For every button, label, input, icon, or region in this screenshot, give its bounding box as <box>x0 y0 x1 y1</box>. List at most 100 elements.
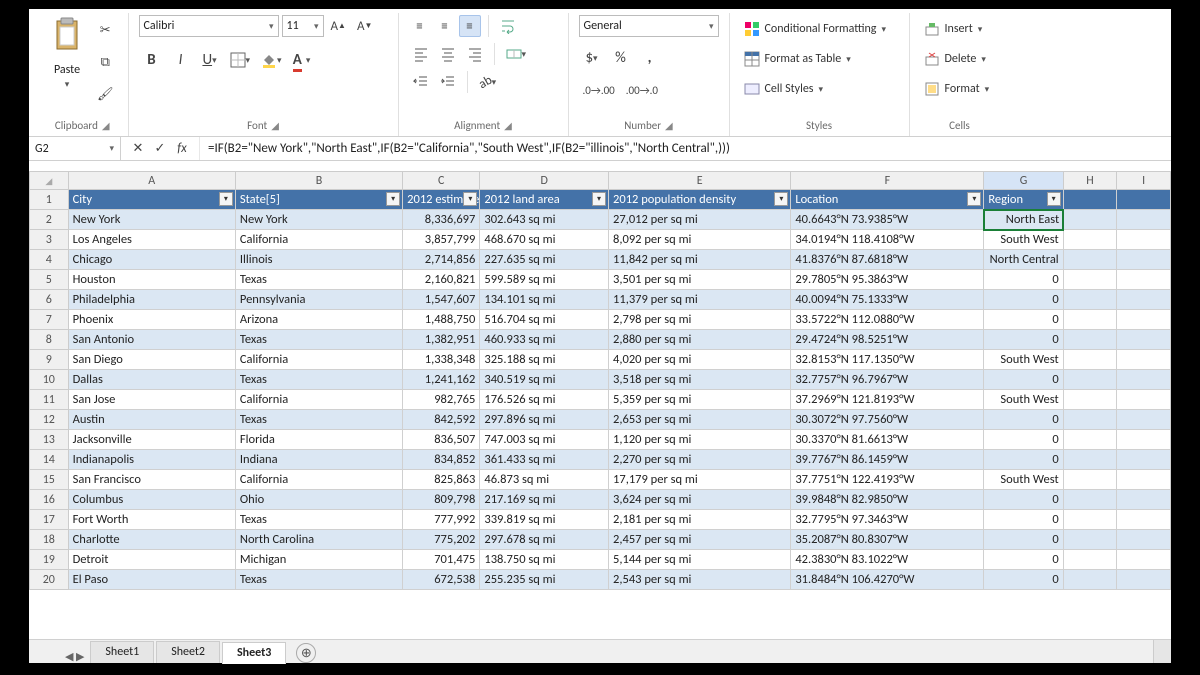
cell-styles-button[interactable]: Cell Styles▾ <box>740 77 828 101</box>
align-right-button[interactable] <box>463 43 487 65</box>
row-header[interactable]: 11 <box>30 390 69 410</box>
table-cell[interactable]: 42.3830°N 83.1022°W <box>791 550 984 570</box>
table-cell[interactable]: 33.5722°N 112.0880°W <box>791 310 984 330</box>
table-cell[interactable]: 361.433 sq mi <box>480 450 609 470</box>
table-cell[interactable]: 1,338,348 <box>403 350 480 370</box>
table-cell[interactable]: San Francisco <box>68 470 235 490</box>
table-cell[interactable]: El Paso <box>68 570 235 590</box>
increase-indent-button[interactable] <box>436 71 460 93</box>
filter-icon[interactable]: ▾ <box>386 192 400 206</box>
table-cell[interactable]: 8,092 per sq mi <box>609 230 791 250</box>
table-cell[interactable]: 46.873 sq mi <box>480 470 609 490</box>
table-cell[interactable]: 1,241,162 <box>403 370 480 390</box>
merge-button[interactable]: ▾ <box>502 43 531 65</box>
dialog-launcher-icon[interactable]: ◢ <box>102 119 110 132</box>
table-cell[interactable]: 1,120 per sq mi <box>609 430 791 450</box>
table-cell[interactable]: Texas <box>235 330 402 350</box>
row-header[interactable]: 12 <box>30 410 69 430</box>
table-cell[interactable]: Charlotte <box>68 530 235 550</box>
align-bottom-button[interactable]: ≡ <box>459 15 481 37</box>
font-color-button[interactable]: A▾ <box>289 47 315 73</box>
table-cell[interactable]: San Diego <box>68 350 235 370</box>
table-cell[interactable]: 227.635 sq mi <box>480 250 609 270</box>
table-cell[interactable]: Texas <box>235 570 402 590</box>
table-cell[interactable]: 30.3370°N 81.6613°W <box>791 430 984 450</box>
table-cell[interactable]: Arizona <box>235 310 402 330</box>
table-header-cell[interactable]: 2012 land area▾ <box>480 190 609 210</box>
filter-icon[interactable]: ▾ <box>592 192 606 206</box>
percent-button[interactable]: % <box>608 45 634 71</box>
table-cell[interactable]: San Jose <box>68 390 235 410</box>
table-cell[interactable]: Dallas <box>68 370 235 390</box>
table-cell[interactable]: 297.678 sq mi <box>480 530 609 550</box>
table-cell[interactable]: North Carolina <box>235 530 402 550</box>
table-cell[interactable]: Indiana <box>235 450 402 470</box>
add-sheet-button[interactable]: ⊕ <box>296 643 316 663</box>
table-cell[interactable]: 2,653 per sq mi <box>609 410 791 430</box>
table-cell[interactable]: 138.750 sq mi <box>480 550 609 570</box>
currency-button[interactable]: $▾ <box>579 45 605 71</box>
table-cell[interactable]: 17,179 per sq mi <box>609 470 791 490</box>
format-as-table-button[interactable]: Format as Table▾ <box>740 47 855 71</box>
insert-cells-button[interactable]: Insert▾ <box>920 17 987 41</box>
table-cell[interactable]: South West <box>984 230 1063 250</box>
table-header-cell[interactable]: State[5]▾ <box>235 190 402 210</box>
sheet-tab[interactable]: Sheet1 <box>90 641 154 663</box>
table-cell[interactable]: 0 <box>984 490 1063 510</box>
conditional-formatting-button[interactable]: Conditional Formatting▾ <box>740 17 890 41</box>
table-cell[interactable]: San Antonio <box>68 330 235 350</box>
table-cell[interactable]: 8,336,697 <box>403 210 480 230</box>
table-cell[interactable]: 599.589 sq mi <box>480 270 609 290</box>
table-cell[interactable]: 0 <box>984 510 1063 530</box>
column-header[interactable]: H <box>1063 172 1117 190</box>
row-header[interactable]: 16 <box>30 490 69 510</box>
table-cell[interactable]: 3,501 per sq mi <box>609 270 791 290</box>
table-cell[interactable]: Florida <box>235 430 402 450</box>
table-cell[interactable]: 2,798 per sq mi <box>609 310 791 330</box>
table-cell[interactable]: 37.7751°N 122.4193°W <box>791 470 984 490</box>
table-cell[interactable]: Chicago <box>68 250 235 270</box>
table-cell[interactable]: 30.3072°N 97.7560°W <box>791 410 984 430</box>
table-cell[interactable]: Michigan <box>235 550 402 570</box>
table-cell[interactable]: 5,359 per sq mi <box>609 390 791 410</box>
table-cell[interactable]: Detroit <box>68 550 235 570</box>
table-cell[interactable]: Los Angeles <box>68 230 235 250</box>
table-cell[interactable]: 0 <box>984 310 1063 330</box>
underline-button[interactable]: U▾ <box>197 47 223 73</box>
table-cell[interactable]: 176.526 sq mi <box>480 390 609 410</box>
table-cell[interactable]: 3,857,799 <box>403 230 480 250</box>
comma-button[interactable]: , <box>637 45 663 71</box>
table-cell[interactable]: South West <box>984 470 1063 490</box>
cut-button[interactable]: ✂ <box>93 19 118 41</box>
row-header[interactable]: 9 <box>30 350 69 370</box>
table-cell[interactable]: 0 <box>984 550 1063 570</box>
table-cell[interactable]: 37.2969°N 121.8193°W <box>791 390 984 410</box>
table-cell[interactable]: 41.8376°N 87.6818°W <box>791 250 984 270</box>
row-header[interactable]: 17 <box>30 510 69 530</box>
table-cell[interactable]: Austin <box>68 410 235 430</box>
table-cell[interactable]: Pennsylvania <box>235 290 402 310</box>
table-header-cell[interactable]: 2012 population density▾ <box>609 190 791 210</box>
table-cell[interactable]: 39.9848°N 82.9850°W <box>791 490 984 510</box>
table-cell[interactable]: 809,798 <box>403 490 480 510</box>
table-cell[interactable]: 32.7757°N 96.7967°W <box>791 370 984 390</box>
table-cell[interactable]: 0 <box>984 290 1063 310</box>
delete-cells-button[interactable]: Delete▾ <box>920 47 990 71</box>
cancel-formula-button[interactable]: ✕ <box>127 138 149 160</box>
orientation-button[interactable]: ab▾ <box>475 71 501 93</box>
table-cell[interactable]: New York <box>68 210 235 230</box>
table-cell[interactable]: 777,992 <box>403 510 480 530</box>
increase-decimal-button[interactable]: .0→.00 <box>579 79 619 101</box>
table-cell[interactable]: 0 <box>984 370 1063 390</box>
spreadsheet-grid[interactable]: ◢ABCDEFGHI1City▾State[5]▾2012 estimate▾2… <box>29 171 1171 639</box>
table-cell[interactable]: 460.933 sq mi <box>480 330 609 350</box>
row-header[interactable]: 14 <box>30 450 69 470</box>
table-cell[interactable]: 27,012 per sq mi <box>609 210 791 230</box>
fx-button[interactable]: fx <box>171 138 193 160</box>
row-header[interactable]: 8 <box>30 330 69 350</box>
table-cell[interactable]: 4,020 per sq mi <box>609 350 791 370</box>
table-cell[interactable]: 982,765 <box>403 390 480 410</box>
filter-icon[interactable]: ▾ <box>774 192 788 206</box>
wrap-text-button[interactable] <box>496 15 520 37</box>
table-cell[interactable]: California <box>235 350 402 370</box>
